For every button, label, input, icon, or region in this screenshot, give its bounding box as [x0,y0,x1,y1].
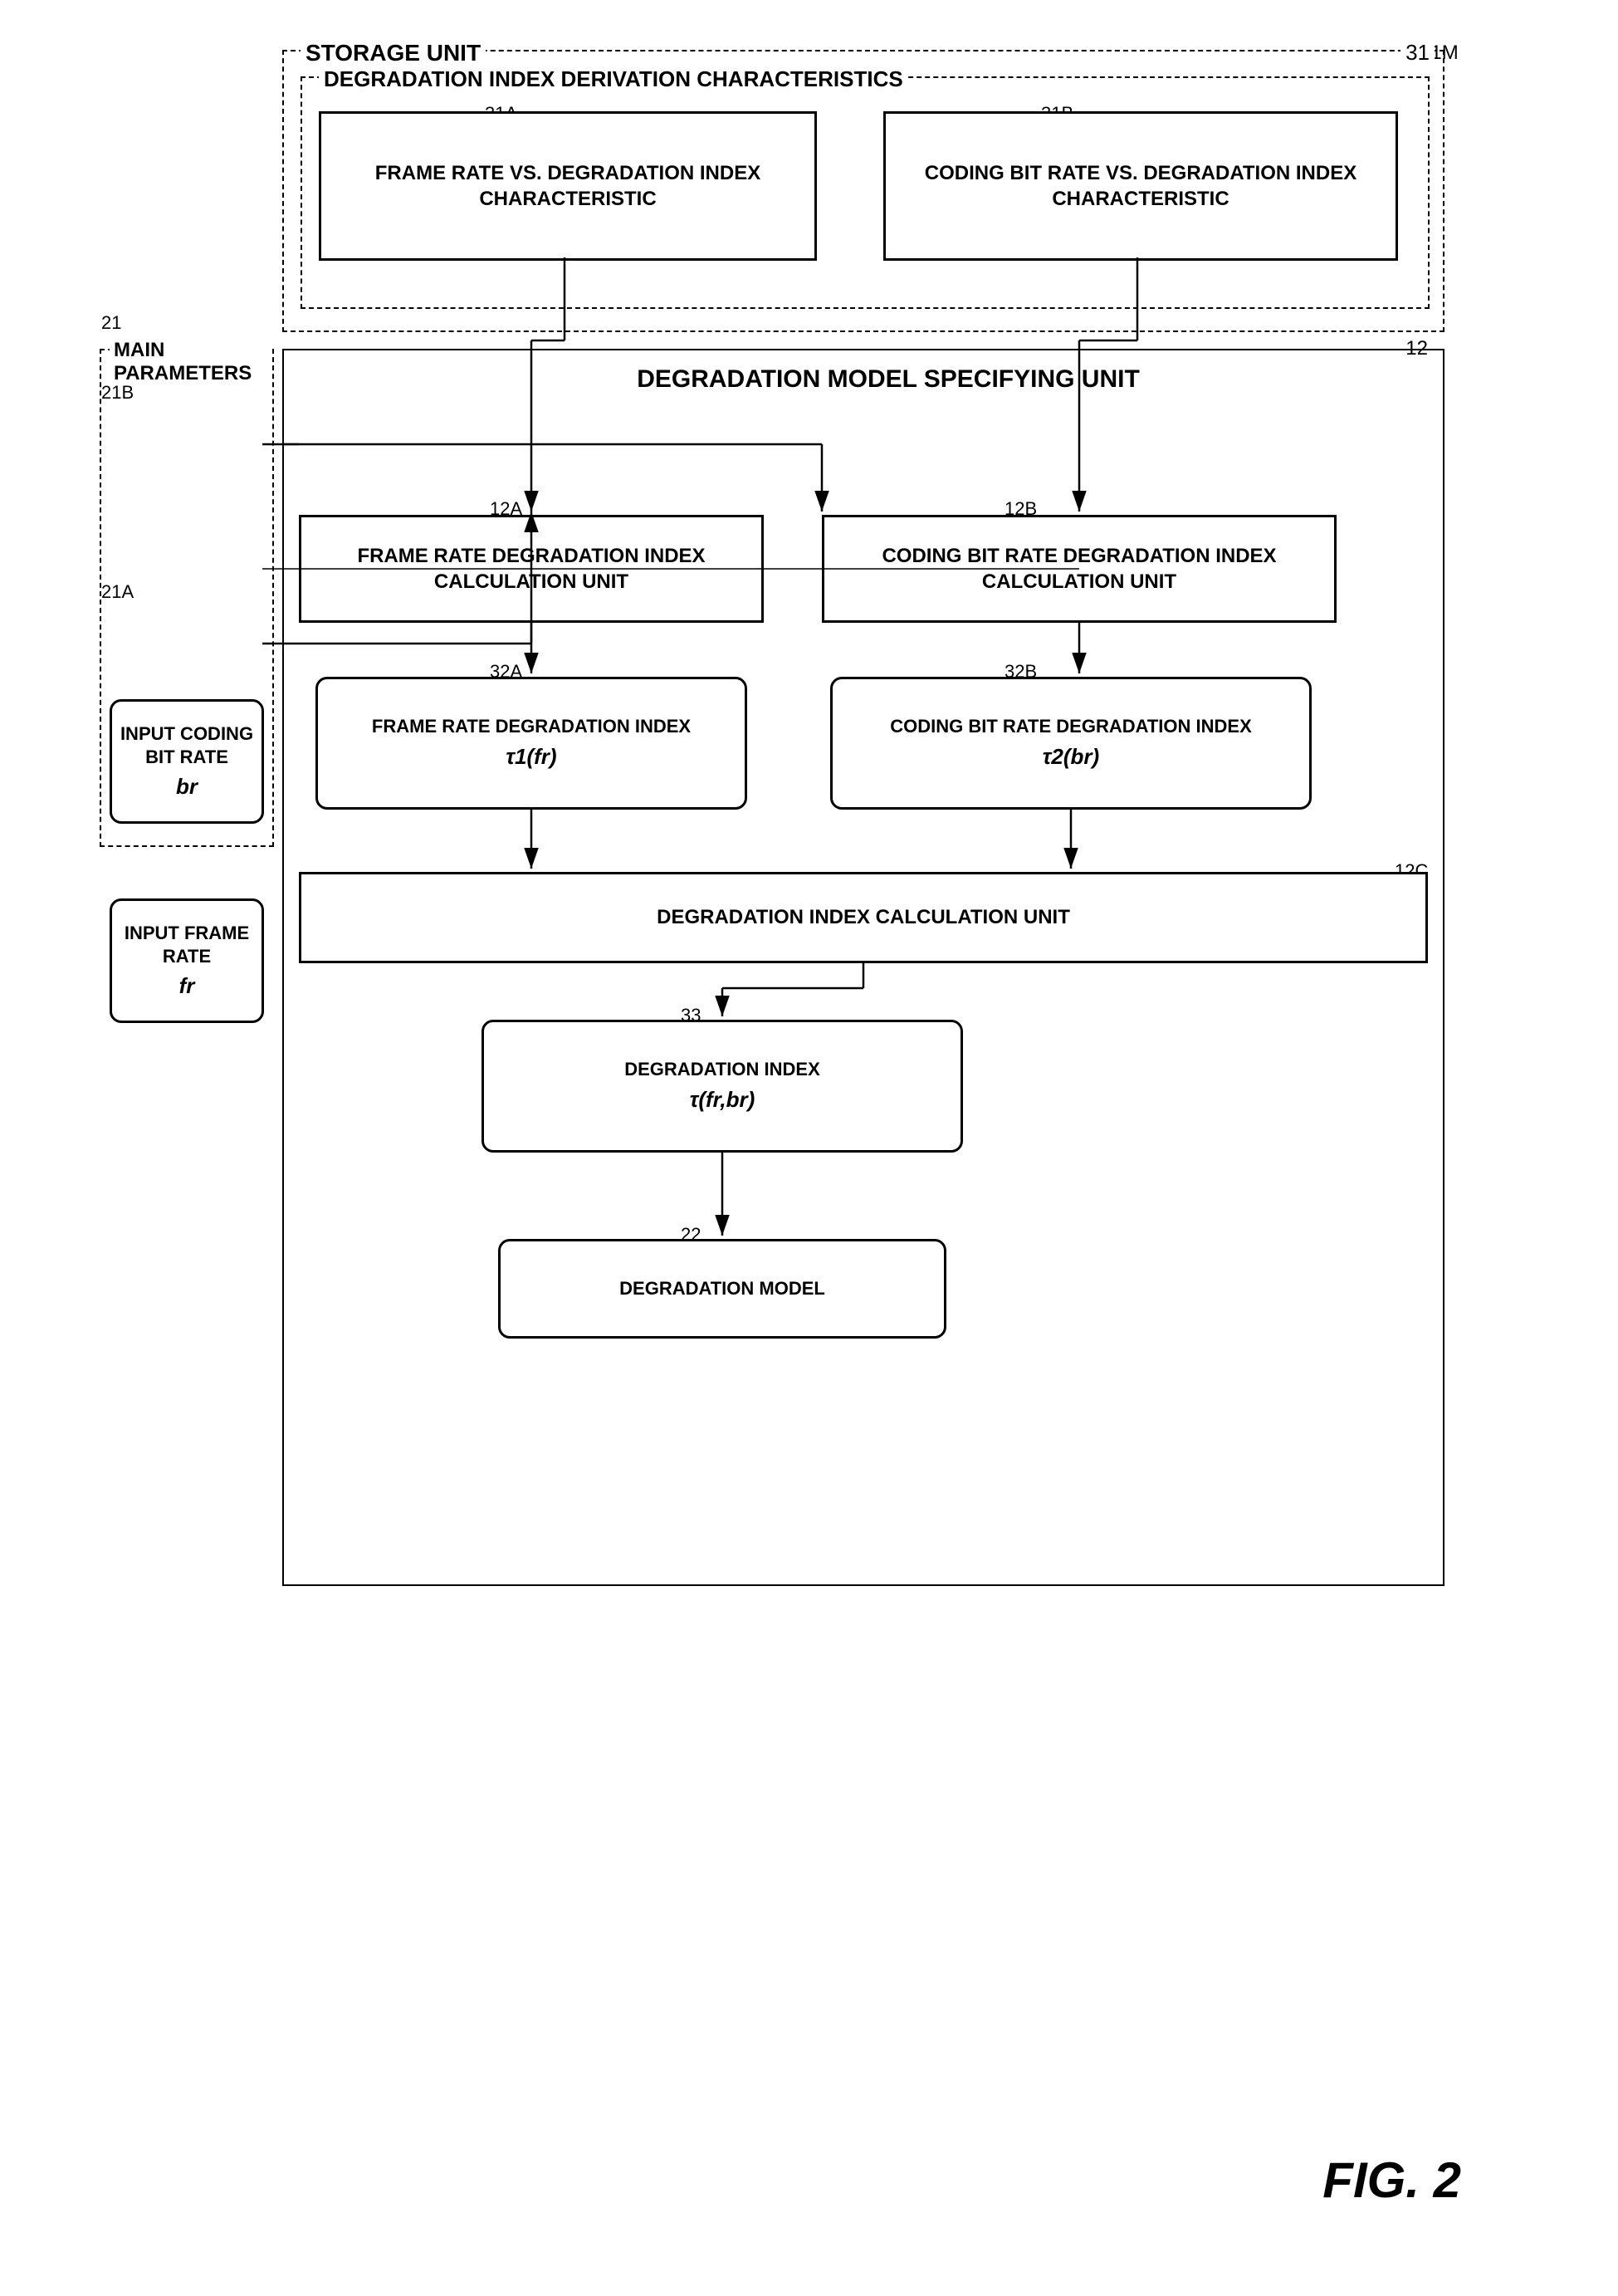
fig-label: FIG. 2 [1322,2152,1461,2209]
input-coding-bit-rate-label: INPUT CODING BIT RATE [119,722,255,770]
frame-rate-deg-index-box: FRAME RATE DEGRADATION INDEX τ1(fr) [315,677,747,810]
input-frame-rate-label: INPUT FRAME RATE [119,922,255,969]
ref-31: 31 [1400,40,1435,66]
coding-bit-rate-deg-idx-calc-label: CODING BIT RATE DEGRADATION INDEX CALCUL… [833,543,1326,595]
frame-rate-char-box: FRAME RATE VS. DEGRADATION INDEX CHARACT… [319,111,817,261]
deg-index-box: DEGRADATION INDEX τ(fr,br) [481,1020,963,1153]
br-variable: br [176,773,198,801]
coding-bit-rate-char-box: CODING BIT RATE VS. DEGRADATION INDEX CH… [883,111,1398,261]
deriv-char-box: DEGRADATION INDEX DERIVATION CHARACTERIS… [301,76,1430,309]
input-coding-bit-rate-box: INPUT CODING BIT RATE br [110,699,264,824]
deg-model-box: DEGRADATION MODEL [498,1239,946,1339]
storage-unit-box: STORAGE UNIT 31 DEGRADATION INDEX DERIVA… [282,50,1444,332]
tau-fr-br: τ(fr,br) [690,1086,755,1114]
frame-rate-deg-index-label: FRAME RATE DEGRADATION INDEX [372,715,691,739]
tau1-fr: τ1(fr) [506,743,556,771]
deg-model-spec-label: DEGRADATION MODEL SPECIFYING UNIT [515,365,1262,394]
deriv-char-label: DEGRADATION INDEX DERIVATION CHARACTERIS… [319,66,908,92]
frame-rate-deg-idx-calc-label: FRAME RATE DEGRADATION INDEX CALCULATION… [310,543,753,595]
ref-21b: 21B [101,382,134,404]
coding-bit-rate-deg-index-label: CODING BIT RATE DEGRADATION INDEX [890,715,1252,739]
ref-21: 21 [101,312,121,334]
ref-12: 12 [1405,337,1428,360]
ref-21a: 21A [101,581,134,603]
fr-variable: fr [179,972,195,1001]
deg-index-calc-box: DEGRADATION INDEX CALCULATION UNIT [299,872,1428,963]
deg-index-calc-label: DEGRADATION INDEX CALCULATION UNIT [657,904,1070,930]
coding-bit-rate-deg-idx-calc-box: CODING BIT RATE DEGRADATION INDEX CALCUL… [822,515,1337,623]
storage-unit-label: STORAGE UNIT [301,40,486,66]
main-params-box: MAIN PARAMETERS 21 21B INPUT CODING BIT … [100,349,274,847]
deg-index-label: DEGRADATION INDEX [624,1058,820,1082]
tau2-br: τ2(br) [1043,743,1099,771]
coding-bit-rate-char-label: CODING BIT RATE VS. DEGRADATION INDEX CH… [894,160,1387,212]
main-params-label: MAIN PARAMETERS [110,339,272,385]
frame-rate-char-label: FRAME RATE VS. DEGRADATION INDEX CHARACT… [330,160,806,212]
frame-rate-deg-idx-calc-box: FRAME RATE DEGRADATION INDEX CALCULATION… [299,515,764,623]
input-frame-rate-box: INPUT FRAME RATE fr [110,898,264,1023]
deg-model-label: DEGRADATION MODEL [619,1277,825,1301]
coding-bit-rate-deg-index-box: CODING BIT RATE DEGRADATION INDEX τ2(br) [830,677,1312,810]
